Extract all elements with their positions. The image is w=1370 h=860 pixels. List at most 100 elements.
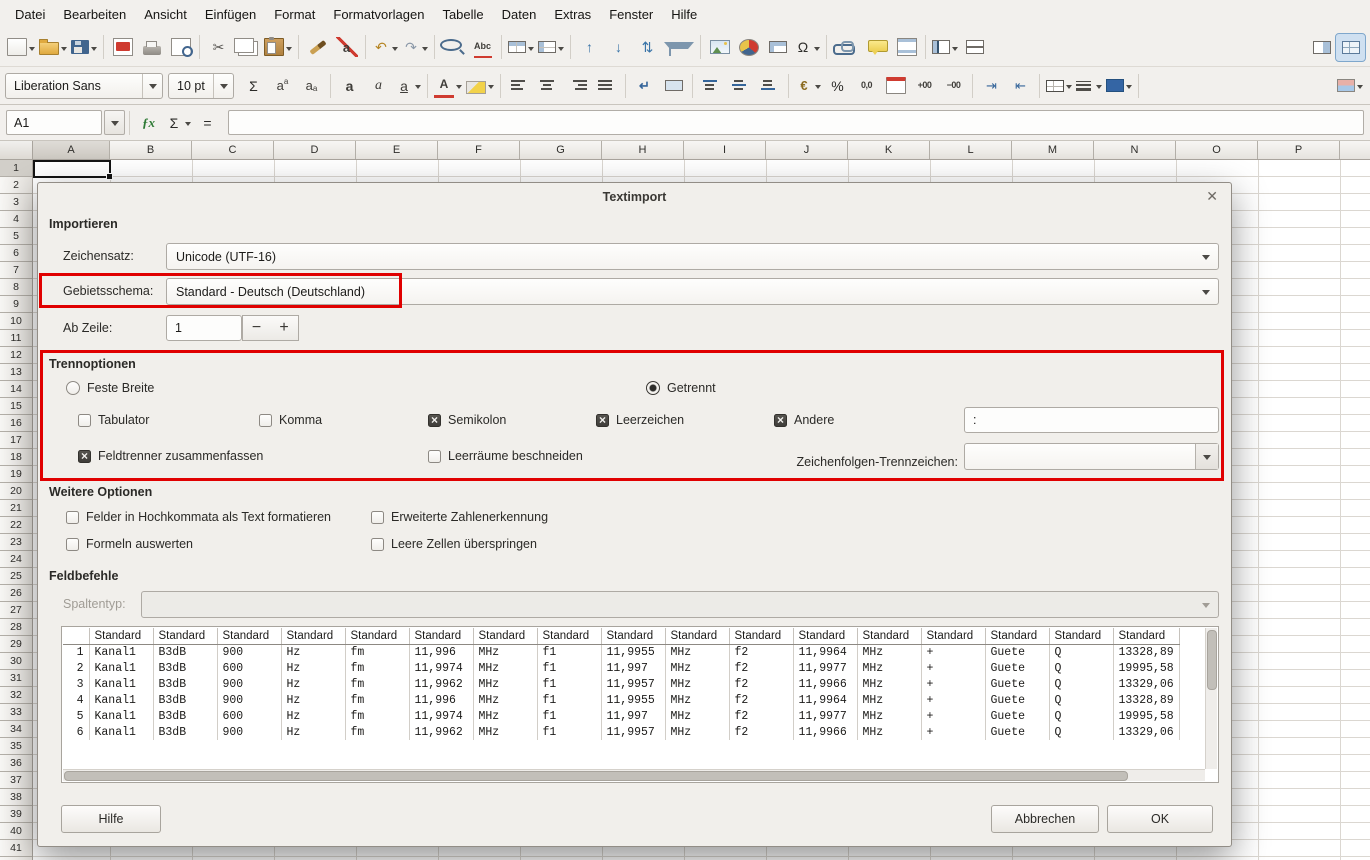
row-header-38[interactable]: 38: [0, 789, 32, 806]
row-header-31[interactable]: 31: [0, 670, 32, 687]
preview-cell[interactable]: Kanal1: [89, 724, 153, 740]
dropdown-arrow-icon[interactable]: [488, 85, 494, 92]
sort-icon[interactable]: ⇅: [633, 34, 662, 61]
selected-cell-a1[interactable]: [33, 160, 111, 178]
autofilter-icon[interactable]: [662, 34, 696, 61]
sum-icon[interactable]: Σ: [163, 109, 193, 136]
date-format-icon[interactable]: [881, 72, 910, 99]
preview-cell[interactable]: f1: [537, 708, 601, 724]
freeze-rows-columns-icon[interactable]: [930, 34, 960, 61]
radio-getrennt[interactable]: Getrennt: [646, 381, 716, 395]
preview-cell[interactable]: Hz: [281, 676, 345, 692]
dropdown-arrow-icon[interactable]: [558, 47, 564, 54]
bold-icon[interactable]: a: [335, 72, 364, 99]
preview-cell[interactable]: MHz: [473, 660, 537, 676]
string-delimiter-dropdown[interactable]: [1195, 444, 1218, 469]
row-header-28[interactable]: 28: [0, 619, 32, 636]
preview-cell[interactable]: MHz: [857, 708, 921, 724]
preview-cell[interactable]: Kanal1: [89, 644, 153, 660]
pivot-table-icon[interactable]: [763, 34, 792, 61]
preview-column-header[interactable]: Standard: [857, 628, 921, 644]
row-header-20[interactable]: 20: [0, 483, 32, 500]
row-header-29[interactable]: 29: [0, 636, 32, 653]
preview-column-header[interactable]: Standard: [89, 628, 153, 644]
preview-cell[interactable]: 19995,58: [1113, 660, 1179, 676]
print-icon[interactable]: [137, 34, 166, 61]
checkbox-leere-zellen-ueberspringen[interactable]: Leere Zellen überspringen: [371, 537, 537, 551]
subscript-icon[interactable]: a: [297, 72, 326, 99]
preview-cell[interactable]: 900: [217, 644, 281, 660]
preview-cell[interactable]: f2: [729, 708, 793, 724]
increase-indent-icon[interactable]: ⇥: [977, 72, 1006, 99]
menu-extras[interactable]: Extras: [545, 2, 600, 27]
preview-column-header[interactable]: Standard: [409, 628, 473, 644]
sum-icon[interactable]: Σ: [239, 72, 268, 99]
preview-cell[interactable]: 11,9977: [793, 708, 857, 724]
preview-cell[interactable]: MHz: [473, 676, 537, 692]
dropdown-arrow-icon[interactable]: [456, 85, 462, 92]
row-header-14[interactable]: 14: [0, 381, 32, 398]
open-icon[interactable]: [37, 34, 69, 61]
preview-cell[interactable]: f1: [537, 660, 601, 676]
row-header-27[interactable]: 27: [0, 602, 32, 619]
align-bottom-icon[interactable]: [755, 72, 784, 99]
name-box[interactable]: A1: [6, 110, 102, 135]
name-box-dropdown[interactable]: [104, 110, 125, 135]
border-color-icon[interactable]: [1104, 72, 1134, 99]
preview-cell[interactable]: Kanal1: [89, 708, 153, 724]
preview-cell[interactable]: 11,9964: [793, 644, 857, 660]
dropdown-arrow-icon[interactable]: [1126, 85, 1132, 92]
checkbox-komma[interactable]: Komma: [259, 413, 322, 427]
preview-cell[interactable]: Q: [1049, 692, 1113, 708]
redo-icon[interactable]: ↷: [400, 34, 430, 61]
preview-cell[interactable]: Kanal1: [89, 660, 153, 676]
menu-daten[interactable]: Daten: [493, 2, 546, 27]
preview-cell[interactable]: 11,9974: [409, 708, 473, 724]
preview-cell[interactable]: +: [921, 676, 985, 692]
menu-datei[interactable]: Datei: [6, 2, 54, 27]
row-header-7[interactable]: 7: [0, 262, 32, 279]
preview-cell[interactable]: 600: [217, 660, 281, 676]
preview-cell[interactable]: Guete: [985, 644, 1049, 660]
row-header-21[interactable]: 21: [0, 500, 32, 517]
preview-cell[interactable]: MHz: [857, 724, 921, 740]
row-header-15[interactable]: 15: [0, 398, 32, 415]
preview-cell[interactable]: B3dB: [153, 660, 217, 676]
cut-icon[interactable]: ✂: [204, 34, 233, 61]
andere-separator-input[interactable]: [964, 407, 1219, 433]
row-header-16[interactable]: 16: [0, 415, 32, 432]
dropdown-arrow-icon[interactable]: [422, 47, 428, 54]
justify-icon[interactable]: [592, 72, 621, 99]
dropdown-arrow-icon[interactable]: [1096, 85, 1102, 92]
column-header-H[interactable]: H: [602, 140, 684, 159]
preview-cell[interactable]: f2: [729, 660, 793, 676]
menu-tabelle[interactable]: Tabelle: [433, 2, 492, 27]
preview-cell[interactable]: MHz: [473, 708, 537, 724]
row-header-3[interactable]: 3: [0, 194, 32, 211]
string-delimiter-combobox[interactable]: [964, 443, 1219, 470]
font-name-dropdown[interactable]: [142, 74, 162, 98]
special-character-icon[interactable]: Ω: [792, 34, 822, 61]
dropdown-arrow-icon[interactable]: [814, 47, 820, 54]
underline-icon[interactable]: a: [393, 72, 423, 99]
paste-icon[interactable]: [262, 34, 294, 61]
menu-bearbeiten[interactable]: Bearbeiten: [54, 2, 135, 27]
row-header-34[interactable]: 34: [0, 721, 32, 738]
row-header-4[interactable]: 4: [0, 211, 32, 228]
column-header-J[interactable]: J: [766, 140, 848, 159]
preview-cell[interactable]: Q: [1049, 708, 1113, 724]
column-header-L[interactable]: L: [930, 140, 1012, 159]
number-format-icon[interactable]: 0,0: [852, 72, 881, 99]
preview-cell[interactable]: B3dB: [153, 724, 217, 740]
preview-cell[interactable]: f2: [729, 644, 793, 660]
preview-cell[interactable]: MHz: [857, 676, 921, 692]
preview-horizontal-scrollbar[interactable]: [63, 769, 1205, 781]
preview-cell[interactable]: Hz: [281, 724, 345, 740]
dropdown-arrow-icon[interactable]: [815, 85, 821, 92]
formula-input[interactable]: [228, 110, 1364, 135]
row-header-10[interactable]: 10: [0, 313, 32, 330]
preview-cell[interactable]: 11,9966: [793, 676, 857, 692]
preview-column-header[interactable]: Standard: [281, 628, 345, 644]
preview-cell[interactable]: fm: [345, 644, 409, 660]
preview-cell[interactable]: +: [921, 660, 985, 676]
